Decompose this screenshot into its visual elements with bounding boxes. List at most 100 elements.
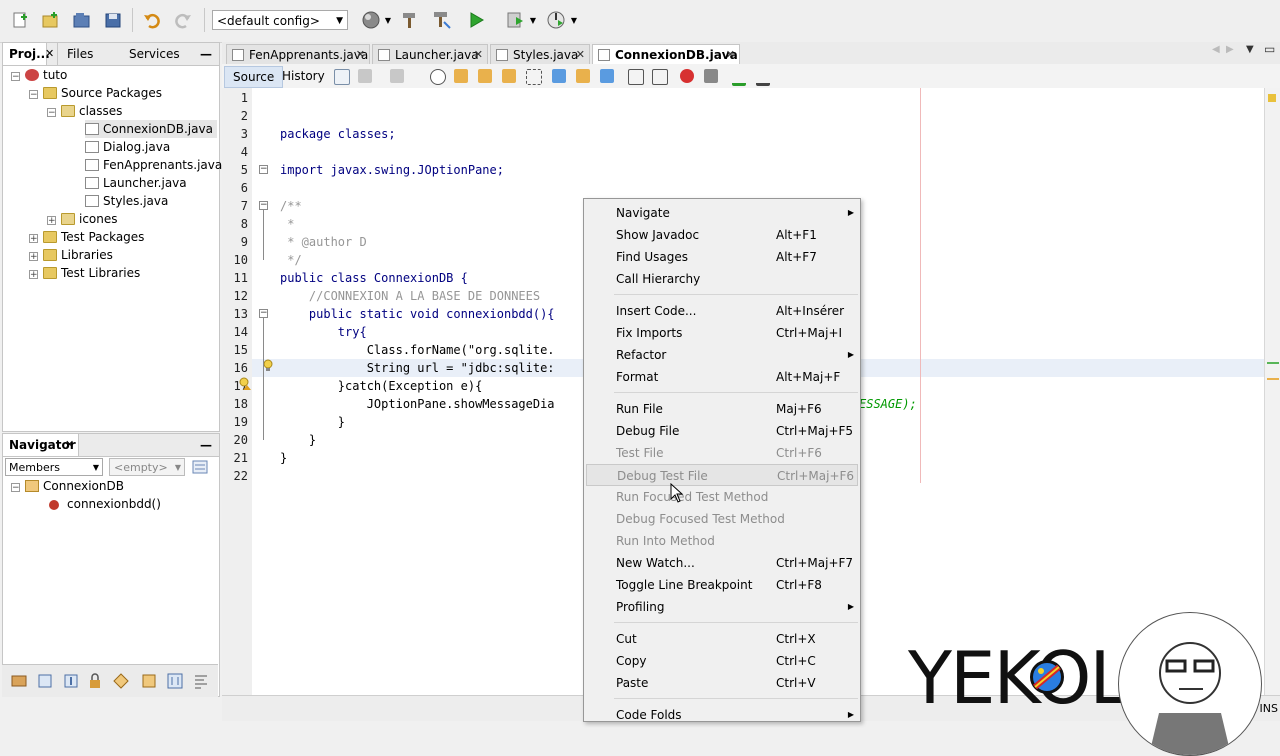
lock-icon[interactable]	[86, 672, 104, 690]
collapse-icon[interactable]: −	[11, 72, 20, 82]
editor-tab[interactable]: Styles.java ✕	[490, 44, 590, 64]
rectangular-selection-icon[interactable]	[526, 69, 542, 85]
tab-files[interactable]: Files	[61, 43, 121, 65]
expand-all-icon[interactable]	[140, 672, 158, 690]
fold-collapse-icon[interactable]: −	[259, 309, 268, 318]
deploy-icon[interactable]	[360, 8, 384, 32]
minimize-icon[interactable]: —	[197, 43, 215, 65]
menu-item-copy[interactable]: Copy Ctrl+C	[584, 650, 860, 672]
close-icon[interactable]: ✕	[63, 434, 79, 456]
clean-build-icon[interactable]	[430, 8, 454, 32]
shift-right-icon[interactable]	[652, 69, 668, 85]
tree-node-file[interactable]: Dialog.java	[85, 138, 170, 156]
fold-collapse-icon[interactable]: −	[259, 165, 268, 174]
tree-node-file[interactable]: FenApprenants.java	[85, 156, 222, 174]
scroll-tabs-right-icon[interactable]: ▶	[1226, 44, 1234, 55]
editor-tab[interactable]: FenApprenants.java ✕	[226, 44, 370, 64]
sort-name-icon[interactable]	[166, 672, 184, 690]
menu-item-run-focused-test-method[interactable]: Run Focused Test Method	[584, 486, 860, 508]
forward-icon[interactable]	[390, 69, 404, 83]
tree-node-libraries[interactable]: + Libraries	[29, 246, 113, 264]
minimize-icon[interactable]: —	[197, 434, 215, 456]
tab-services[interactable]: Services	[123, 43, 187, 65]
stop-macro-icon[interactable]	[704, 69, 718, 83]
tree-node-test-libraries[interactable]: + Test Libraries	[29, 264, 140, 282]
menu-item-profiling[interactable]: Profiling ▶	[584, 596, 860, 618]
expand-icon[interactable]: +	[29, 252, 38, 262]
tree-node-source-packages[interactable]: − Source Packages	[29, 84, 162, 102]
find-next-icon[interactable]	[478, 69, 492, 83]
build-hammer-icon[interactable]	[398, 8, 422, 32]
navigator-options-icon[interactable]	[191, 458, 209, 476]
close-icon[interactable]: ✕	[356, 45, 365, 65]
open-project-icon[interactable]	[70, 8, 94, 32]
navigator-class-node[interactable]: − ConnexionDB	[11, 477, 124, 495]
fold-collapse-icon[interactable]: −	[259, 201, 268, 210]
menu-item-format[interactable]: Format Alt+Maj+F	[584, 366, 860, 388]
menu-item-insert-code[interactable]: Insert Code... Alt+Insérer	[584, 300, 860, 322]
menu-item-code-folds[interactable]: Code Folds ▶	[584, 704, 860, 726]
menu-item-run-into-method[interactable]: Run Into Method	[584, 530, 860, 552]
menu-item-debug-focused-test-method[interactable]: Debug Focused Test Method	[584, 508, 860, 530]
menu-item-debug-test-file[interactable]: Debug Test File Ctrl+Maj+F6	[586, 464, 858, 486]
config-select[interactable]: <default config> ▼	[212, 10, 348, 30]
close-icon[interactable]: ✕	[43, 43, 57, 65]
chevron-down-icon[interactable]: ▼	[382, 8, 394, 32]
tab-projects[interactable]: Proj...	[3, 43, 50, 65]
tree-node-icones[interactable]: + icones	[47, 210, 118, 228]
members-select[interactable]: Members ▼	[5, 458, 103, 476]
menu-item-call-hierarchy[interactable]: Call Hierarchy	[584, 268, 860, 290]
menu-item-paste[interactable]: Paste Ctrl+V	[584, 672, 860, 694]
history-tab[interactable]: History	[274, 66, 333, 86]
redo-icon[interactable]	[171, 8, 195, 32]
menu-item-navigate[interactable]: Navigate ▶	[584, 202, 860, 224]
debug-icon[interactable]	[503, 8, 527, 32]
maximize-icon[interactable]: ▭	[1264, 42, 1275, 56]
editor-tab[interactable]: Launcher.java ✕	[372, 44, 488, 64]
run-icon[interactable]	[464, 8, 488, 32]
chevron-down-icon[interactable]: ▼	[568, 8, 580, 32]
menu-item-test-file[interactable]: Test File Ctrl+F6	[584, 442, 860, 464]
filter-nonpublic-icon[interactable]	[62, 672, 80, 690]
menu-item-run-file[interactable]: Run File Maj+F6	[584, 398, 860, 420]
expand-icon[interactable]: +	[47, 216, 56, 226]
tree-node-file[interactable]: Styles.java	[85, 192, 168, 210]
tree-node-test-packages[interactable]: + Test Packages	[29, 228, 144, 246]
expand-icon[interactable]: +	[29, 270, 38, 280]
filter-fields-icon[interactable]	[10, 672, 28, 690]
inherited-icon[interactable]	[112, 672, 130, 690]
comment-icon[interactable]	[732, 69, 746, 86]
toggle-highlight-icon[interactable]	[502, 69, 516, 83]
close-icon[interactable]: ✕	[474, 45, 483, 65]
collapse-icon[interactable]: −	[11, 483, 20, 493]
uncomment-icon[interactable]	[756, 69, 770, 86]
last-edit-icon[interactable]	[334, 69, 350, 85]
new-file-icon[interactable]	[8, 8, 32, 32]
editor-tab-active[interactable]: ConnexionDB.java ✕	[592, 44, 740, 64]
previous-bookmark-icon[interactable]	[552, 69, 566, 83]
tree-node-root[interactable]: − tuto	[11, 66, 67, 84]
hint-warning-icon[interactable]	[238, 377, 252, 395]
scroll-tabs-left-icon[interactable]: ◀	[1212, 44, 1220, 55]
tree-node-file[interactable]: Launcher.java	[85, 174, 187, 192]
menu-item-refactor[interactable]: Refactor ▶	[584, 344, 860, 366]
close-icon[interactable]: ✕	[726, 45, 735, 65]
find-selection-icon[interactable]	[430, 69, 446, 85]
shift-left-icon[interactable]	[628, 69, 644, 85]
menu-item-cut[interactable]: Cut Ctrl+X	[584, 628, 860, 650]
filter-static-icon[interactable]	[36, 672, 54, 690]
collapse-icon[interactable]: −	[47, 108, 56, 118]
filter-select[interactable]: <empty> ▼	[109, 458, 185, 476]
menu-item-debug-file[interactable]: Debug File Ctrl+Maj+F5	[584, 420, 860, 442]
menu-item-new-watch[interactable]: New Watch... Ctrl+Maj+F7	[584, 552, 860, 574]
back-icon[interactable]	[358, 69, 372, 83]
tree-node-classes[interactable]: − classes	[47, 102, 122, 120]
record-macro-icon[interactable]	[680, 69, 694, 83]
menu-item-fix-imports[interactable]: Fix Imports Ctrl+Maj+I	[584, 322, 860, 344]
find-previous-icon[interactable]	[454, 69, 468, 83]
tree-node-file-selected[interactable]: ConnexionDB.java	[85, 120, 217, 138]
show-opened-documents-icon[interactable]: ▼	[1246, 44, 1254, 55]
chevron-down-icon[interactable]: ▼	[527, 8, 539, 32]
toggle-bookmark-icon[interactable]	[600, 69, 614, 83]
save-all-icon[interactable]	[101, 8, 125, 32]
